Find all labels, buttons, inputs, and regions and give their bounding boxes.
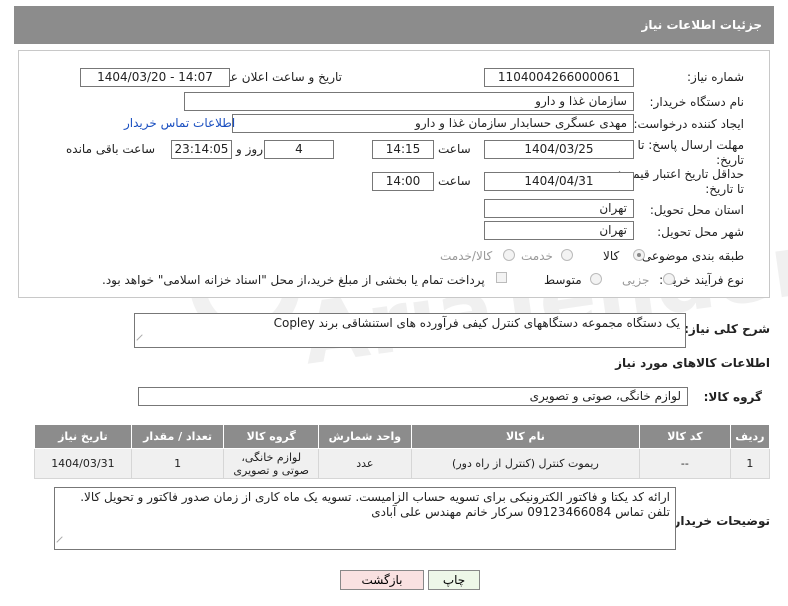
validity-label-date: تا تاریخ: <box>705 182 744 196</box>
description-field[interactable]: یک دستگاه مجموعه دستگاههای کنترل کیفی فر… <box>134 313 686 348</box>
payment-checkbox[interactable] <box>496 272 507 283</box>
page-title: جزئیات اطلاعات نیاز <box>641 18 762 32</box>
buyer-notes-text: ارائه کد یکتا و فاکتور الکترونیکی برای ت… <box>80 490 670 519</box>
description-label: شرح کلی نیاز: <box>684 322 770 336</box>
province-field[interactable]: تهران <box>484 199 634 218</box>
process-option-minor: جزیی <box>622 273 650 287</box>
col-header-quantity: تعداد / مقدار <box>130 424 225 449</box>
category-option-service: خدمت <box>521 249 553 263</box>
need-number-field[interactable]: 1104004266000061 <box>484 68 634 87</box>
province-label: استان محل تحویل: <box>649 203 744 217</box>
category-radio-both[interactable] <box>503 249 515 261</box>
cell-group: لوازم خانگی، صوتی و تصویری <box>223 448 320 479</box>
back-button[interactable]: بازگشت <box>340 570 424 590</box>
validity-time-label: ساعت <box>438 174 471 188</box>
city-label: شهر محل تحویل: <box>657 225 744 239</box>
print-button[interactable]: چاپ <box>428 570 480 590</box>
days-field[interactable]: 4 <box>264 140 334 159</box>
process-radio-medium[interactable] <box>590 273 602 285</box>
need-number-label: شماره نیاز: <box>687 70 744 84</box>
cell-code: -- <box>639 448 731 479</box>
cell-quantity: 1 <box>130 448 225 479</box>
remaining-time-field[interactable]: 23:14:05 <box>171 140 232 159</box>
cell-row-no: 1 <box>729 448 771 479</box>
validity-date-field[interactable]: 1404/04/31 <box>484 172 634 191</box>
process-option-medium: متوسط <box>544 273 582 287</box>
remaining-label: ساعت باقی مانده <box>66 142 156 156</box>
goods-section-title: اطلاعات کالاهای مورد نیاز <box>615 356 770 370</box>
buyer-notes-label: توضیحات خریدار: <box>668 514 770 528</box>
city-field[interactable]: تهران <box>484 221 634 240</box>
creator-field[interactable]: مهدی عسگری حسابدار سازمان غذا و دارو <box>232 114 634 133</box>
buyer-org-label: نام دستگاه خریدار: <box>649 95 745 109</box>
col-header-row-no: ردیف <box>729 424 771 449</box>
col-header-need-date: تاریخ نیاز <box>34 424 132 449</box>
col-header-unit: واحد شمارش <box>318 424 412 449</box>
buyer-org-field[interactable]: سازمان غذا و دارو <box>184 92 634 111</box>
payment-note: پرداخت تمام یا بخشی از مبلغ خرید،از محل … <box>102 273 485 287</box>
category-option-goods: کالا <box>603 249 620 263</box>
goods-group-label: گروه کالا: <box>703 390 762 404</box>
col-header-name: نام کالا <box>410 424 641 449</box>
deadline-time-label: ساعت <box>438 142 471 156</box>
deadline-time-field[interactable]: 14:15 <box>372 140 434 159</box>
deadline-label-date: تاریخ: <box>716 153 744 167</box>
cell-unit: عدد <box>318 448 412 479</box>
days-label: روز و <box>236 142 263 156</box>
category-label: طبقه بندی موضوعی: <box>637 249 744 263</box>
description-text: یک دستگاه مجموعه دستگاههای کنترل کیفی فر… <box>273 316 680 330</box>
deadline-label: مهلت ارسال پاسخ: تا <box>637 138 744 152</box>
announce-field[interactable]: 1404/03/20 - 14:07 <box>80 68 230 87</box>
cell-need-date: 1404/03/31 <box>34 448 132 479</box>
table-row[interactable]: 1 -- ریموت کنترل (کنترل از راه دور) عدد … <box>34 448 771 479</box>
table-header-row: ردیف کد کالا نام کالا واحد شمارش گروه کا… <box>34 424 771 449</box>
col-header-group: گروه کالا <box>223 424 320 449</box>
category-radio-goods[interactable] <box>633 249 645 261</box>
validity-label: حداقل تاریخ اعتبار قیمت: <box>617 167 744 181</box>
creator-label: ایجاد کننده درخواست: <box>633 117 744 131</box>
category-radio-service[interactable] <box>561 249 573 261</box>
validity-time-field[interactable]: 14:00 <box>372 172 434 191</box>
buyer-notes-field[interactable]: ارائه کد یکتا و فاکتور الکترونیکی برای ت… <box>54 487 676 550</box>
col-header-code: کد کالا <box>639 424 731 449</box>
deadline-date-field[interactable]: 1404/03/25 <box>484 140 634 159</box>
category-option-both: کالا/خدمت <box>440 249 493 263</box>
items-table: ردیف کد کالا نام کالا واحد شمارش گروه کا… <box>34 424 771 479</box>
process-radio-minor[interactable] <box>663 273 675 285</box>
goods-group-field[interactable]: لوازم خانگی، صوتی و تصویری <box>138 387 688 406</box>
buyer-contact-link[interactable]: اطلاعات تماس خریدار <box>124 116 235 130</box>
page-header: جزئیات اطلاعات نیاز <box>14 6 774 44</box>
cell-name: ریموت کنترل (کنترل از راه دور) <box>410 448 641 479</box>
